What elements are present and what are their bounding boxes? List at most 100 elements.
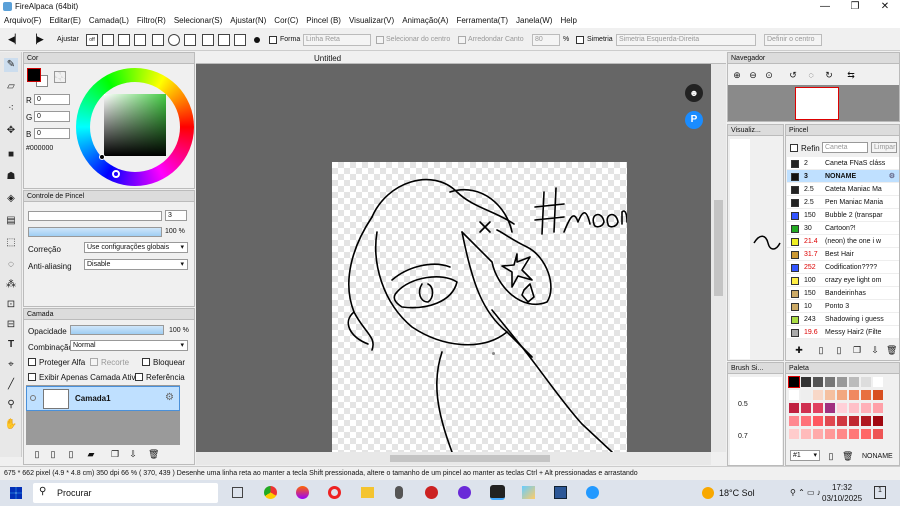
brush-item[interactable]: 243 Shadowing i guess — [787, 313, 899, 326]
palette-swatch[interactable] — [837, 390, 847, 400]
select-pen-tool-icon[interactable]: ⊡ — [4, 298, 18, 312]
new-1bit-layer-icon[interactable]: ▯ — [66, 449, 76, 459]
protect-alpha-checkbox[interactable] — [28, 358, 36, 366]
file-explorer-icon[interactable] — [361, 487, 374, 498]
panel-toggle-left-icon[interactable]: ◀▏ — [8, 34, 22, 45]
palette-swatch[interactable] — [801, 377, 811, 387]
hand-tool-icon[interactable]: ✋ — [4, 418, 18, 432]
size-item-2[interactable]: 0.7 — [738, 433, 748, 440]
palette-swatch[interactable] — [825, 403, 835, 413]
menu-cor[interactable]: Cor(C) — [274, 14, 298, 28]
chrome-icon[interactable] — [264, 486, 277, 499]
minimize-button[interactable]: — — [810, 0, 840, 14]
duplicate-layer-icon[interactable]: ❐ — [110, 449, 120, 459]
brush-item[interactable]: 3 NONAME ⚙ — [787, 170, 899, 183]
fill-rect-tool-icon[interactable]: ■ — [4, 148, 18, 162]
pen-tool-icon[interactable]: ╱ — [4, 378, 18, 392]
close-button[interactable]: ✕ — [870, 0, 900, 14]
zoom-fit-icon[interactable]: ⊙ — [764, 70, 774, 80]
symmetry-checkbox[interactable] — [576, 36, 584, 44]
clock-time[interactable]: 17:32 — [832, 483, 852, 492]
paint-app-icon[interactable] — [522, 486, 535, 499]
palette-swatch[interactable] — [849, 416, 859, 426]
snap-radial-icon[interactable] — [152, 34, 164, 46]
primary-color-swatch[interactable] — [27, 68, 41, 82]
flip-horizontal-icon[interactable]: ⇆ — [846, 70, 856, 80]
saturation-value-square[interactable] — [104, 94, 166, 156]
palette-swatch[interactable] — [837, 429, 847, 439]
eyedropper-tool-icon[interactable]: ⚲ — [4, 398, 18, 412]
palette-swatch[interactable] — [837, 377, 847, 387]
fill-lasso-tool-icon[interactable]: ☗ — [4, 170, 18, 184]
weather-text[interactable]: 18°C Sol — [719, 488, 755, 498]
antialias-select[interactable]: Disable ▾ — [84, 259, 188, 270]
snap-cross-icon[interactable] — [118, 34, 130, 46]
operation-tool-icon[interactable]: ⌖ — [4, 358, 18, 372]
start-button[interactable] — [10, 487, 22, 499]
brush-dot-icon[interactable] — [254, 37, 260, 43]
brush-item[interactable]: 21.4 (neon) the one i w — [787, 235, 899, 248]
taskbar-search-box[interactable]: ⚲ Procurar — [33, 483, 218, 503]
palette-swatch[interactable] — [813, 429, 823, 439]
menu-editar[interactable]: Editar(E) — [49, 14, 81, 28]
snap-3d-icon[interactable] — [218, 34, 230, 46]
magic-wand-tool-icon[interactable]: ⁂ — [4, 278, 18, 292]
menu-arquivo[interactable]: Arquivo(F) — [4, 14, 41, 28]
clock-date[interactable]: 03/10/2025 — [822, 494, 862, 503]
palette-swatch[interactable] — [788, 376, 800, 388]
clip-checkbox[interactable] — [90, 358, 98, 366]
palette-swatch[interactable] — [801, 416, 811, 426]
palette-swatch[interactable] — [813, 403, 823, 413]
show-active-checkbox[interactable] — [28, 373, 36, 381]
navigator-view-rect[interactable] — [795, 87, 839, 120]
new-8bit-layer-icon[interactable]: ▯ — [48, 449, 58, 459]
menu-selecionar[interactable]: Selecionar(S) — [174, 14, 222, 28]
merge-layer-icon[interactable]: ⇩ — [128, 449, 138, 459]
b-input[interactable]: 0 — [34, 128, 70, 139]
palette-swatch[interactable] — [837, 403, 847, 413]
palette-index-select[interactable]: #1 ▾ — [790, 450, 820, 461]
rotate-right-icon[interactable]: ↻ — [824, 70, 834, 80]
palette-swatch[interactable] — [789, 416, 799, 426]
hue-wheel[interactable] — [76, 68, 194, 186]
layer-row[interactable]: Camada1 ⚙ — [26, 386, 180, 411]
brush-item[interactable]: 31.7 Best Hair — [787, 248, 899, 261]
layer-settings-gear-icon[interactable]: ⚙ — [165, 392, 174, 403]
palette-swatch[interactable] — [873, 429, 883, 439]
palette-swatch[interactable] — [873, 390, 883, 400]
brush-item[interactable]: 2.5 Pen Maniac Mania — [787, 196, 899, 209]
tray-icons[interactable]: ⚲ ⌃ ▭ ♪ — [790, 488, 821, 497]
transparent-color-swatch[interactable] — [54, 71, 66, 83]
snap-grid-icon[interactable] — [202, 34, 214, 46]
brush-settings-gear-icon[interactable]: ⚙ — [889, 170, 895, 183]
correction-select[interactable]: Use configurações globais ▾ — [84, 242, 188, 253]
brush-item[interactable]: 10 Ponto 3 — [787, 300, 899, 313]
rotate-left-icon[interactable]: ↺ — [788, 70, 798, 80]
snap-curve-icon[interactable] — [184, 34, 196, 46]
palette-swatch[interactable] — [873, 403, 883, 413]
pixiv-icon[interactable]: P — [685, 111, 703, 129]
vertical-scroll-thumb[interactable] — [714, 200, 723, 296]
palette-swatch[interactable] — [801, 403, 811, 413]
palette-swatch[interactable] — [837, 416, 847, 426]
menu-help[interactable]: Help — [560, 14, 576, 28]
palette-swatch[interactable] — [825, 416, 835, 426]
brush-item[interactable]: 30 Cartoon?! — [787, 222, 899, 235]
palette-swatch[interactable] — [861, 377, 871, 387]
dot-tool-icon[interactable]: ⁖ — [4, 102, 18, 116]
palette-swatch[interactable] — [861, 403, 871, 413]
firealpaca-taskbar-icon[interactable] — [490, 485, 505, 500]
red-app-icon[interactable] — [425, 486, 438, 499]
brush-item[interactable]: 252 Codification???? — [787, 261, 899, 274]
brush-import-icon[interactable]: ⇩ — [870, 345, 880, 355]
palette-swatch[interactable] — [849, 377, 859, 387]
palette-swatch[interactable] — [849, 403, 859, 413]
menu-janela[interactable]: Janela(W) — [516, 14, 552, 28]
brush-add-icon[interactable]: ✚ — [794, 345, 804, 355]
brush-size-slider[interactable] — [28, 211, 162, 221]
shape-checkbox[interactable] — [269, 36, 277, 44]
opera-icon[interactable] — [328, 486, 341, 499]
define-center-button[interactable]: Definir o centro — [764, 34, 822, 46]
canvas-horizontal-scrollbar[interactable] — [196, 452, 711, 465]
purple-app-icon[interactable] — [458, 486, 471, 499]
